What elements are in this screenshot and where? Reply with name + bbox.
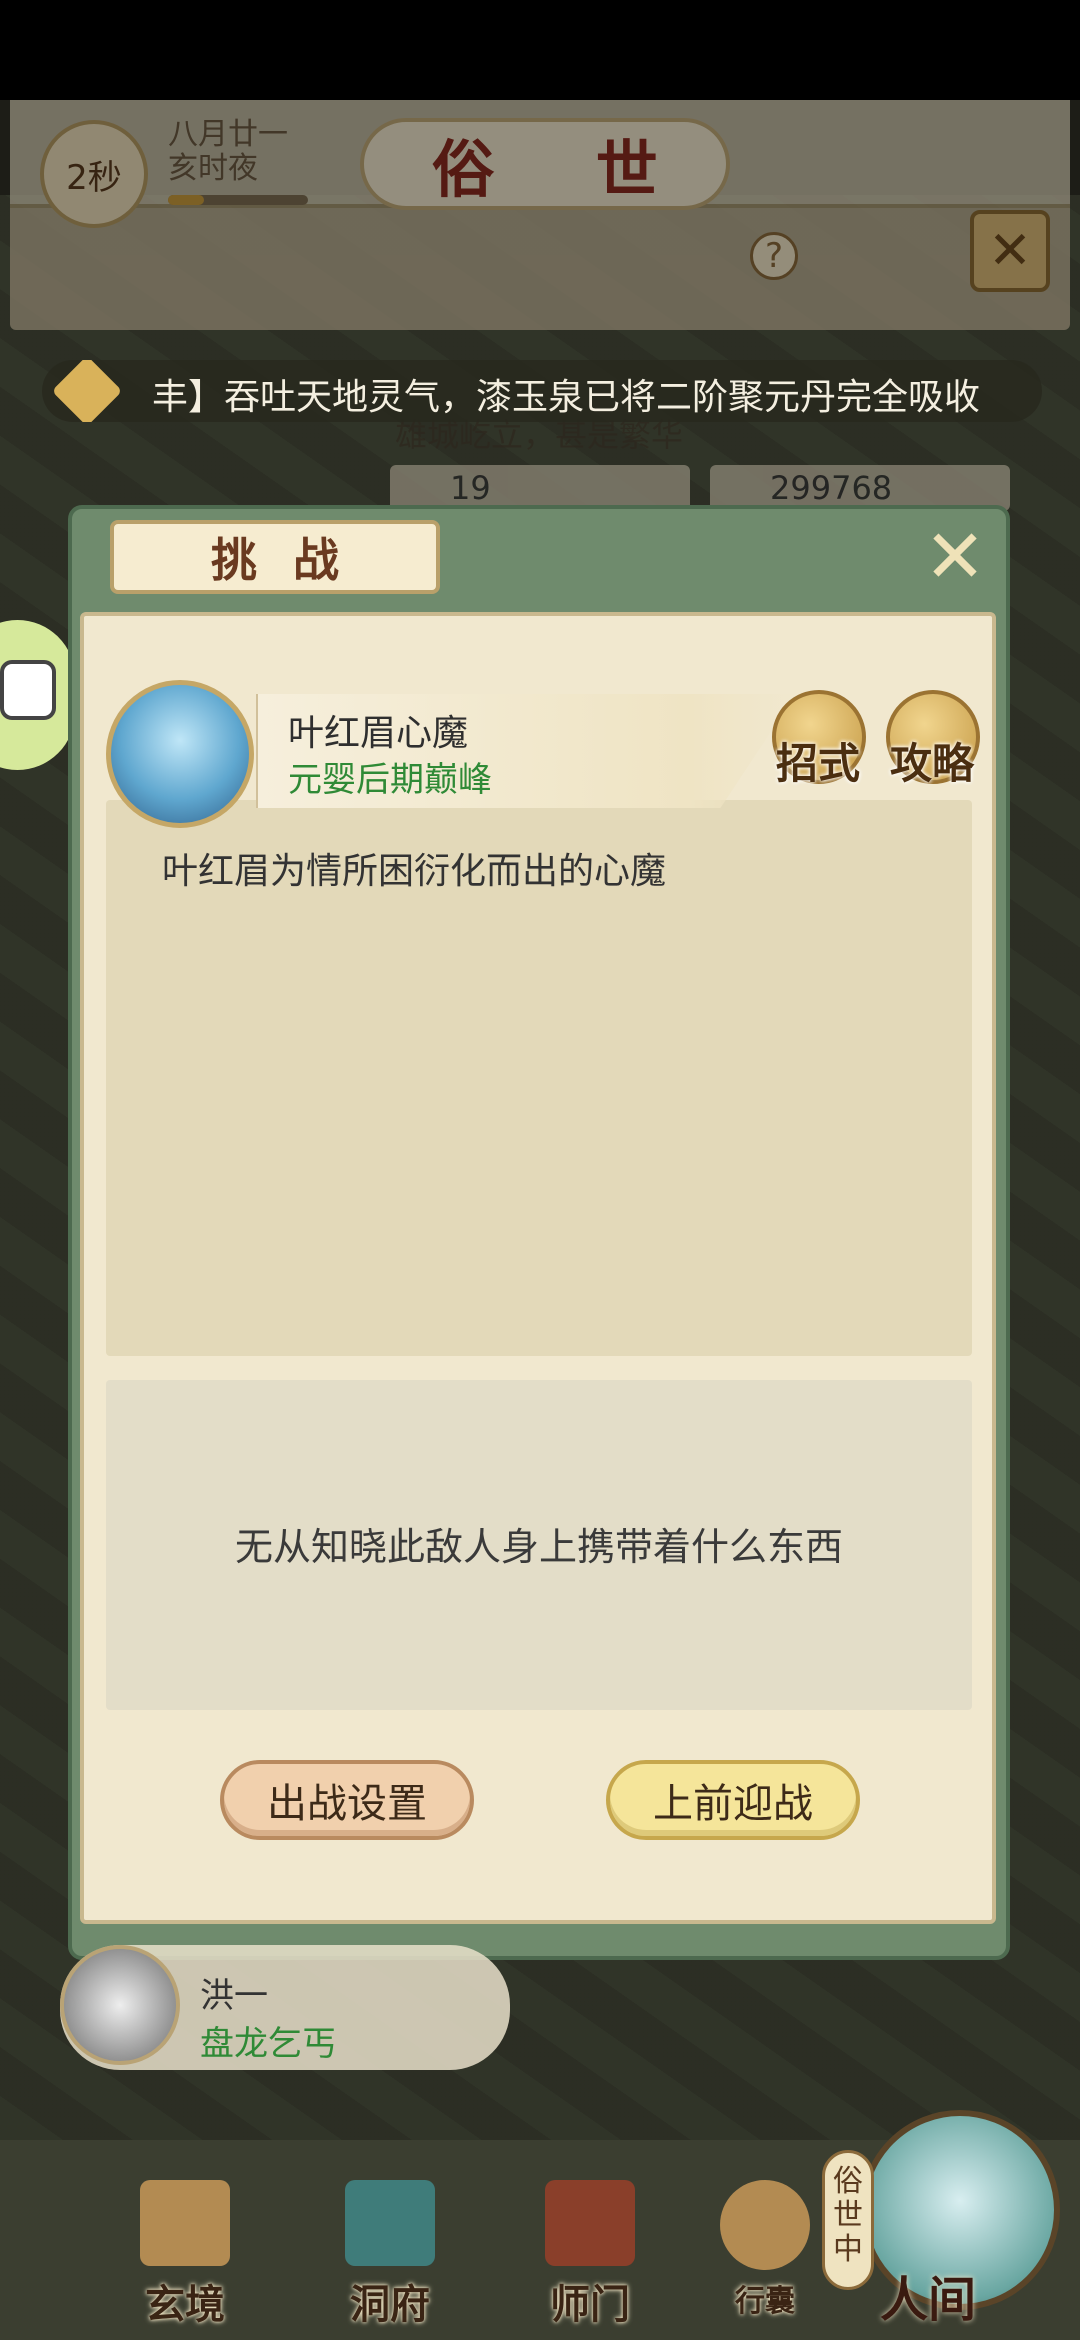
pavilion-icon — [345, 2180, 435, 2266]
enemy-avatar — [106, 680, 254, 828]
npc-avatar — [60, 1945, 180, 2065]
status-bar — [0, 0, 1080, 100]
screen: 2秒 八月廿一 亥时夜 俗 世 ? ✕ 雄城屹立，甚是繁华 19 299768 … — [0, 0, 1080, 2340]
close-icon: ✕ — [923, 514, 986, 600]
gamepad-icon — [0, 660, 56, 720]
bag-icon — [720, 2180, 810, 2270]
banner-icon — [545, 2180, 635, 2266]
panel-close-button[interactable]: ✕ — [918, 520, 992, 594]
enemy-name: 叶红眉心魔 — [288, 713, 469, 754]
nav-label: 玄境 — [145, 2282, 225, 2328]
challenge-tab: 挑战 — [110, 520, 440, 594]
battle-settings-button[interactable]: 出战设置 — [220, 1760, 474, 1840]
engage-battle-label: 上前迎战 — [653, 1781, 813, 1827]
nav-item-xingnang[interactable]: 行囊 — [690, 2180, 840, 2330]
enemy-rank: 元婴后期巅峰 — [288, 760, 492, 800]
announcement-marquee: 丰】吞吐天地灵气，漆玉泉已将二阶聚元丹完全吸收 — [42, 360, 1042, 422]
guide-button-label: 攻略 — [890, 739, 975, 788]
battle-settings-label: 出战设置 — [267, 1781, 427, 1827]
nav-item-dongfu[interactable]: 洞府 — [315, 2180, 465, 2330]
engage-battle-button[interactable]: 上前迎战 — [606, 1760, 860, 1840]
nav-item-renjian[interactable]: 人间 — [880, 2260, 976, 2330]
npc-name: 洪一 — [200, 1976, 268, 2016]
bell-icon — [51, 360, 123, 422]
announcement-text: 丰】吞吐天地灵气，漆玉泉已将二阶聚元丹完全吸收 — [152, 377, 981, 418]
nav-label: 洞府 — [350, 2282, 430, 2328]
drops-text: 无从知晓此敌人身上携带着什么东西 — [234, 1525, 843, 1569]
npc-title: 盘龙乞丐 — [200, 2024, 336, 2064]
enemy-description: 叶红眉为情所困衍化而出的心魔 — [162, 851, 667, 892]
nav-item-xuanjing[interactable]: 玄境 — [110, 2180, 260, 2330]
challenge-title: 挑战 — [211, 533, 375, 587]
skills-button-label: 招式 — [776, 739, 861, 788]
enemy-header: 叶红眉心魔 元婴后期巅峰 招式 攻略 — [106, 660, 980, 830]
nav-label: 行囊 — [735, 2284, 795, 2319]
current-world-tag: 俗世中 — [822, 2150, 874, 2290]
nav-item-shimen[interactable]: 师门 — [515, 2180, 665, 2330]
scroll-icon — [140, 2180, 230, 2266]
nav-label: 师门 — [550, 2282, 630, 2328]
